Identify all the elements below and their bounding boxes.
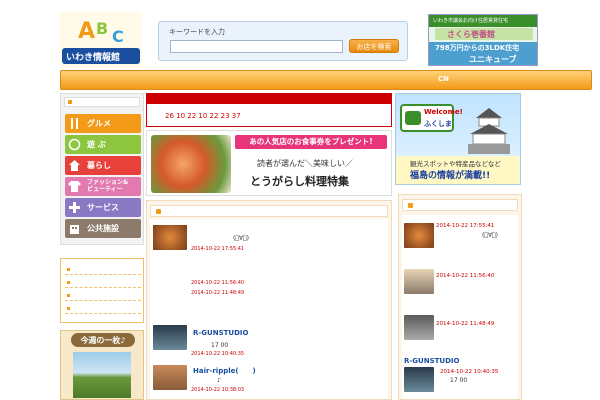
menu-item-service[interactable]: サービス <box>65 198 141 217</box>
banner-line4: ユニキューブ <box>469 55 517 64</box>
house-icon <box>68 159 81 172</box>
feed-item-text: 17 00 <box>450 377 468 384</box>
menu-item-play[interactable]: 遊 ぶ <box>65 135 141 154</box>
feed-item-title: R-GUNSTUDIO <box>404 357 460 365</box>
list-divider <box>65 300 141 301</box>
feed-item-text: 17 00 <box>211 342 229 349</box>
welcome-text: Welcome! <box>424 108 463 116</box>
feed-item[interactable]: 2014-10-22 11:48:49 <box>153 281 383 315</box>
bullet-icon <box>67 307 70 310</box>
feed-item-time: 2014-10-22 10:38:03 <box>191 387 245 393</box>
promo-title: とうがらし料理特集 <box>250 175 349 188</box>
list-divider <box>65 313 141 314</box>
feed-thumbnail <box>404 315 434 340</box>
menu-label: ファッション& ビューティー <box>87 179 129 193</box>
feed-thumbnail <box>404 269 434 294</box>
search-input[interactable] <box>170 40 343 53</box>
feed-item-time: 2014-10-22 11:48:49 <box>436 321 495 327</box>
welcome-badge: Welcome! ふくしま <box>400 104 463 132</box>
category-menu-header <box>64 97 140 107</box>
feed-item-text: (ﾟ∀ﾟ) <box>233 235 249 242</box>
banner-subtitle: 観光スポットや特産品などなど <box>410 160 501 168</box>
feed-thumbnail <box>153 325 187 350</box>
menu-item-living[interactable]: 暮らし <box>65 156 141 175</box>
banner-line1: いわき市議会お向け住居賃貸住宅 <box>433 18 509 24</box>
category-menu: グルメ 遊 ぶ 暮らし ファッション& ビューティー サービス 公共施設 <box>60 93 144 245</box>
feed-item-time: 2014-10-22 17:55:41 <box>191 246 245 252</box>
svg-text:C: C <box>112 27 124 46</box>
feed-item[interactable]: (ﾟ∀ﾟ) 2014-10-22 17:55:41 <box>153 223 383 257</box>
bullet-icon <box>408 203 413 208</box>
cross-icon <box>68 201 81 214</box>
bullet-icon <box>67 281 70 284</box>
svg-text:B: B <box>96 19 108 38</box>
feed-item[interactable]: R-GUNSTUDIO 2014-10-22 10:40:35 17 00 <box>404 355 518 399</box>
feed-item[interactable]: R-GUNSTUDIO 17 00 2014-10-22 10:40:35 <box>153 319 383 357</box>
feed-thumbnail <box>153 225 187 250</box>
feed-item[interactable]: 2014-10-22 11:48:49 <box>404 313 518 345</box>
feed-item[interactable]: 2014-10-22 11:56:40 <box>404 267 518 299</box>
search-panel: キーワードを入力 お店を検索 <box>158 21 408 61</box>
photo-image <box>73 352 131 398</box>
list-divider <box>65 287 141 288</box>
banner-title: 福島の情報が満載!! <box>410 171 491 181</box>
news-feed-right: 2014-10-22 17:55:41 (ﾟ∀ﾟ) 2014-10-22 11:… <box>398 194 522 400</box>
promo-subtitle: 読者が選んだ＼美味しい／ <box>257 159 353 168</box>
date-panel: 26 10 22 10 22 23 37 <box>146 93 392 127</box>
feed-item-time: 2014-10-22 11:48:49 <box>191 290 245 296</box>
feed-thumbnail <box>404 223 434 248</box>
photo-of-week[interactable]: 今週の一枚♪ <box>60 330 144 400</box>
feed-item-title: Hair-ripple( ) <box>193 367 256 375</box>
date-text: 26 10 22 10 22 23 37 <box>165 112 241 120</box>
menu-item-gourmet[interactable]: グルメ <box>65 114 141 133</box>
promo-banner-chili[interactable]: あの人気店のお食事券をプレゼント! 読者が選んだ＼美味しい／ とうがらし料理特集 <box>146 130 392 196</box>
feed-item[interactable]: Hair-ripple( ) ♪ 2014-10-22 10:38:03 <box>153 357 383 397</box>
menu-label: 遊 ぶ <box>87 140 106 149</box>
welcome-text-2: ふくしま <box>424 120 452 128</box>
feed-item-time: 2014-10-22 10:40:35 <box>440 369 499 375</box>
sidebar-link-list <box>60 258 144 323</box>
menu-item-public[interactable]: 公共施設 <box>65 219 141 238</box>
menu-item-fashion[interactable]: ファッション& ビューティー <box>65 177 141 196</box>
banner-line2: さくら壱番館 <box>447 30 495 39</box>
nav-cn-link[interactable]: CN <box>438 75 449 83</box>
castle-icon <box>462 106 516 154</box>
fork-knife-icon <box>68 117 81 130</box>
promo-banner-fukushima[interactable]: Welcome! ふくしま 観光スポットや特産品などなど 福島の情報が満載!! <box>395 93 521 185</box>
feed-item-title: R-GUNSTUDIO <box>193 329 249 337</box>
banner-line3: 798万円からの3LDK住宅 <box>435 44 520 52</box>
svg-text:A: A <box>78 19 95 44</box>
bullet-icon <box>68 100 72 104</box>
feed-item-time: 2014-10-22 17:55:41 <box>436 223 495 229</box>
search-label: キーワードを入力 <box>169 28 225 36</box>
building-icon <box>68 222 81 235</box>
photo-of-week-title: 今週の一枚♪ <box>80 336 126 345</box>
list-divider <box>65 274 141 275</box>
bullet-icon <box>156 209 161 214</box>
tennis-icon <box>68 138 81 151</box>
main-nav-bar: CN <box>60 70 592 90</box>
feed-header <box>402 199 518 211</box>
feed-thumbnail <box>153 365 187 390</box>
menu-label: 暮らし <box>87 161 111 170</box>
search-button[interactable]: お店を検索 <box>349 39 399 53</box>
food-image <box>151 135 231 193</box>
shirt-icon <box>68 180 81 193</box>
feed-item-text: ♪ <box>217 377 221 384</box>
feed-item-time: 2014-10-22 11:56:40 <box>436 273 495 279</box>
menu-label: グルメ <box>87 119 111 128</box>
feed-thumbnail <box>404 367 434 392</box>
news-feed: (ﾟ∀ﾟ) 2014-10-22 17:55:41 2014-10-22 11:… <box>146 200 392 400</box>
ad-banner-sakura[interactable]: いわき市議会お向け住居賃貸住宅 さくら壱番館 798万円からの3LDK住宅 ユニ… <box>428 14 538 66</box>
feed-item[interactable]: 2014-10-22 17:55:41 (ﾟ∀ﾟ) <box>404 221 518 253</box>
menu-label: サービス <box>87 203 119 212</box>
feed-item-text: (ﾟ∀ﾟ) <box>482 232 498 239</box>
promo-pill: あの人気店のお食事券をプレゼント! <box>235 135 387 149</box>
menu-label: 公共施設 <box>87 224 119 233</box>
feed-header <box>150 205 388 217</box>
bullet-icon <box>67 268 70 271</box>
site-logo[interactable]: A B C いわき情報館 <box>60 12 142 68</box>
logo-text: いわき情報館 <box>66 53 121 63</box>
bullet-icon <box>67 294 70 297</box>
